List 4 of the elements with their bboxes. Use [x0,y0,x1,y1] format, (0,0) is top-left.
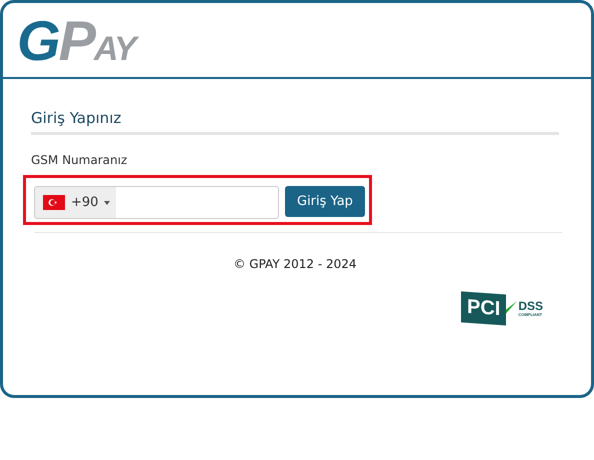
form-title: Giriş Yapınız [31,109,559,135]
copyright: © GPAY 2012 - 2024 [232,257,358,271]
login-button[interactable]: Giriş Yap [285,186,365,217]
field-label: GSM Numaranız [31,153,128,167]
